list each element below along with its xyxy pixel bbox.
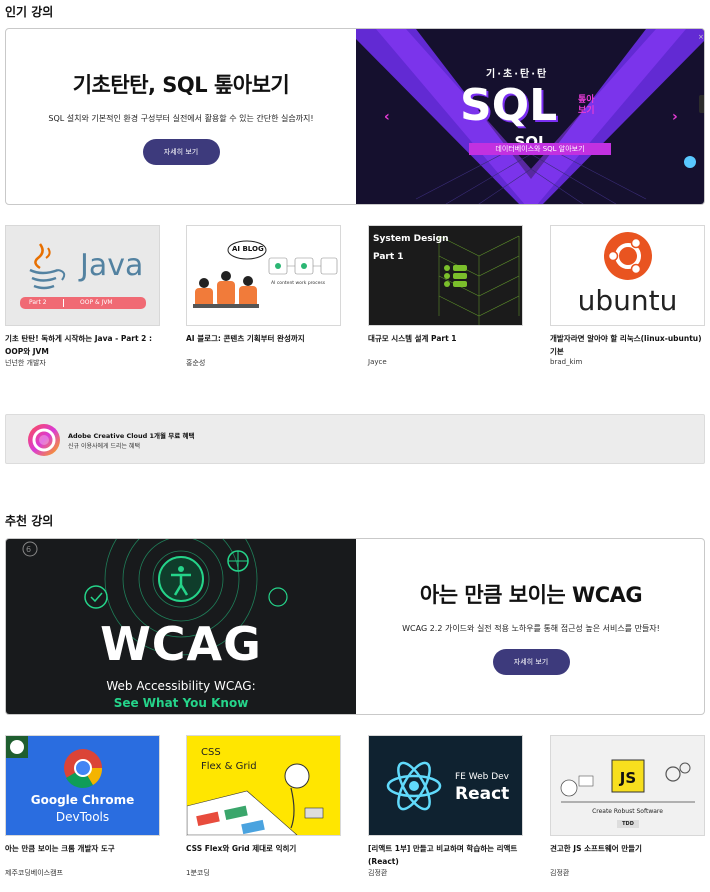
course-author: brad_kim	[550, 358, 583, 366]
hero-detail-button[interactable]: 자세히 보기	[492, 648, 570, 675]
ai-blog-illustration	[193, 240, 338, 308]
course-thumbnail-react: FE Web Dev React	[368, 735, 523, 836]
hero-text-pane: 기초탄탄, SQL 톺아보기 SQL 설치와 기본적인 환경 구성부터 실전에서…	[6, 29, 356, 204]
course-card[interactable]: Google Chrome DevTools 아는 만큼 보이는 크롬 개발자 …	[5, 735, 160, 877]
hero-text-pane: 아는 만큼 보이는 WCAG WCAG 2.2 가이드와 실전 적용 노하우를 …	[356, 539, 704, 714]
course-title[interactable]: 개발자라면 알아야 할 리눅스(linux-ubuntu) 기본	[550, 332, 705, 358]
course-author: 1분코딩	[186, 869, 210, 877]
course-thumbnail-chrome: Google Chrome DevTools	[5, 735, 160, 836]
hero-title: 아는 만큼 보이는 WCAG	[419, 582, 643, 607]
sql-side-text: 톺아 보기	[578, 95, 608, 117]
promo-subtitle: 신규 이용사에게 드리는 혜택	[68, 443, 140, 450]
course-thumbnail-css: CSS Flex & Grid	[186, 735, 341, 836]
wcag-sub-line-1: Web Accessibility WCAG:	[106, 679, 256, 693]
section-title-recommended: 추천 강의	[5, 514, 54, 528]
hero-detail-button[interactable]: 자세히 보기	[142, 138, 220, 165]
course-title[interactable]: AI 블로그: 콘텐츠 기획부터 완성까지	[186, 332, 341, 345]
hero-title: 기초탄탄, SQL 톺아보기	[72, 72, 290, 97]
course-title[interactable]: 기초 탄탄! 독하게 시작하는 Java - Part 2 : OOP와 JVM	[5, 332, 160, 358]
ubuntu-logo-text: ubuntu	[577, 284, 678, 317]
course-thumbnail-java: Java Part 2 OOP & JVM	[5, 225, 160, 326]
ai-blog-bubble: AI BLOG	[232, 245, 264, 253]
wcag-sub-line-2: See What You Know	[113, 696, 249, 710]
promo-banner-adobe[interactable]: Adobe Creative Cloud 1개월 무료 혜택 신규 이용사에게 …	[5, 414, 705, 464]
course-title[interactable]: CSS Flex와 Grid 제대로 익히기	[186, 842, 341, 855]
svg-text:×: ×	[698, 33, 704, 41]
sql-title-text: SQL	[460, 80, 558, 131]
course-title[interactable]: [리액트 1부] 만들고 비교하며 학습하는 리액트 (React)	[368, 842, 523, 868]
course-card[interactable]: AI BLOG AI content work process AI 블로그: …	[186, 225, 341, 367]
system-design-line2: Part 1	[373, 252, 404, 262]
course-thumbnail-ai-blog: AI BLOG AI content work process	[186, 225, 341, 326]
course-author: 김정환	[550, 869, 570, 877]
react-line2: React	[455, 784, 510, 804]
course-thumbnail-system-design: System Design Part 1	[368, 225, 523, 326]
hero-image-wcag: 6 WCAG Web Accessibility WCAG: See What …	[6, 539, 356, 714]
course-card[interactable]: FE Web Dev React [리액트 1부] 만들고 비교하며 학습하는 …	[368, 735, 523, 877]
adobe-cc-icon	[28, 424, 60, 456]
sql-top-text: 기·초·탄·탄	[486, 69, 549, 80]
course-card[interactable]: Java Part 2 OOP & JVM 기초 탄탄! 독하게 시작하는 Ja…	[5, 225, 160, 367]
java-bar-left: Part 2	[29, 299, 47, 306]
java-bar-right: OOP & JVM	[80, 299, 113, 306]
course-author: Jayce	[368, 358, 387, 366]
course-card[interactable]: CSS Flex & Grid CSS Flex와 Grid 제대로 익히기 1…	[186, 735, 341, 877]
java-part-bar: Part 2 OOP & JVM	[20, 297, 146, 309]
js-caption: Create Robust Software	[592, 808, 663, 815]
sql-caption: 데이터베이스와 SQL 알아보기	[469, 143, 611, 155]
chrome-line1: Google Chrome	[30, 793, 135, 807]
svg-text:‹: ‹	[384, 109, 390, 125]
course-title[interactable]: 아는 만큼 보이는 크롬 개발자 도구	[5, 842, 160, 855]
hero-banner-wcag[interactable]: 6 WCAG Web Accessibility WCAG: See What …	[5, 538, 705, 715]
sql-side-text-1: 톺아	[578, 95, 595, 105]
java-logo-text: Java	[80, 248, 144, 283]
course-title[interactable]: 대규모 시스템 설계 Part 1	[368, 332, 523, 345]
course-card[interactable]: System Design Part 1 대규모 시스템 설계 Part 1 J…	[368, 225, 523, 366]
wcag-title-text: WCAG	[100, 617, 262, 671]
course-card[interactable]: ubuntu 개발자라면 알아야 할 리눅스(linux-ubuntu) 기본 …	[550, 225, 705, 366]
hero-image-sql: SQL ‹ › × 기·초·탄·탄 SQL 톺아 보기 데이터베이스와 SQL …	[356, 29, 704, 204]
course-author: 제주코딩베이스캠프	[5, 869, 63, 877]
course-card[interactable]: JS Create Robust Software TDD 견고한 JS 소프트…	[550, 735, 705, 877]
section-title-popular: 인기 강의	[5, 5, 54, 19]
course-thumbnail-ubuntu: ubuntu	[550, 225, 705, 326]
course-author: 홍순성	[186, 359, 206, 367]
css-line2: Flex & Grid	[201, 761, 257, 772]
js-logo-text: JS	[619, 769, 637, 787]
course-author: 김정환	[368, 869, 388, 877]
hero-description: SQL 설치와 기본적인 환경 구성부터 실전에서 활용할 수 있는 간단한 실…	[48, 113, 314, 123]
hero-description: WCAG 2.2 가이드와 실전 적용 노하우를 통해 접근성 높은 서비스를 …	[402, 623, 660, 633]
promo-title: Adobe Creative Cloud 1개월 무료 혜택	[68, 432, 195, 440]
course-title[interactable]: 견고한 JS 소프트웨어 만들기	[550, 842, 705, 855]
svg-text:6: 6	[26, 545, 31, 554]
css-line1: CSS	[201, 747, 221, 758]
sql-side-text-2: 보기	[578, 106, 595, 116]
js-tag: TDD	[617, 820, 639, 828]
chrome-line2: DevTools	[55, 810, 110, 824]
svg-text:›: ›	[672, 109, 678, 125]
system-design-line1: System Design	[373, 234, 449, 244]
course-author: 넌넌한 개발자	[5, 359, 46, 367]
course-thumbnail-js: JS Create Robust Software TDD	[550, 735, 705, 836]
react-line1: FE Web Dev	[455, 772, 509, 782]
ai-blog-caption: AI content work process	[271, 281, 326, 286]
hero-banner-sql[interactable]: 기초탄탄, SQL 톺아보기 SQL 설치와 기본적인 환경 구성부터 실전에서…	[5, 28, 705, 205]
